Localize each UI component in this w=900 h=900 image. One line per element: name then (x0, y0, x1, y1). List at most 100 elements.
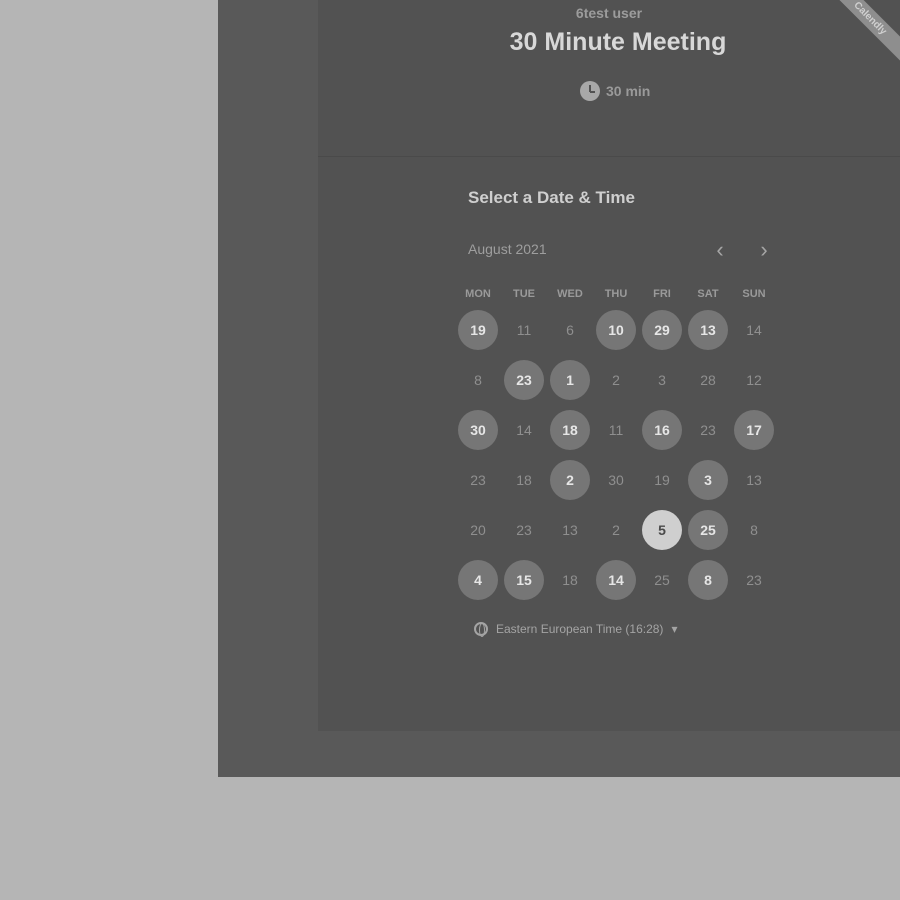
calendar-cell: 3 (639, 355, 685, 405)
calendar-cell: 5 (639, 505, 685, 555)
calendar-cell: 8 (685, 555, 731, 605)
next-month-button[interactable]: › (752, 236, 776, 264)
unavailable-date: 6 (566, 322, 574, 338)
unavailable-date: 12 (746, 372, 762, 388)
calendar-cell: 2 (547, 455, 593, 505)
unavailable-date: 18 (562, 572, 578, 588)
selected-date-button[interactable]: 5 (642, 510, 682, 550)
available-date-button[interactable]: 17 (734, 410, 774, 450)
unavailable-date: 11 (608, 422, 624, 438)
timezone-selector[interactable]: Eastern European Time (16:28) ▾ (474, 622, 678, 637)
weekday-label: FRI (653, 288, 671, 300)
available-date-button[interactable]: 2 (550, 460, 590, 500)
calendar-cell: 15 (501, 555, 547, 605)
event-header: 6test user 30 Minute Meeting 30 min Cale… (318, 0, 900, 157)
available-date-button[interactable]: 29 (642, 310, 682, 350)
calendar-cell: 4 (455, 555, 501, 605)
unavailable-date: 23 (700, 422, 716, 438)
unavailable-date: 2 (612, 522, 620, 538)
scheduling-card: 6test user 30 Minute Meeting 30 min Cale… (318, 0, 900, 731)
available-date-button[interactable]: 10 (596, 310, 636, 350)
available-date-button[interactable]: 18 (550, 410, 590, 450)
unavailable-date: 23 (470, 472, 486, 488)
calendar-cell: 12 (731, 355, 777, 405)
available-date-button[interactable]: 30 (458, 410, 498, 450)
weekday-label: MON (465, 288, 491, 300)
unavailable-date: 8 (474, 372, 482, 388)
calendar-cell: 25 (685, 505, 731, 555)
timezone-label: Eastern European Time (16:28) (496, 622, 664, 636)
calendar-cell: 11 (593, 405, 639, 455)
globe-icon (474, 622, 488, 637)
calendar-cell: 19 (639, 455, 685, 505)
available-date-button[interactable]: 1 (550, 360, 590, 400)
available-date-button[interactable]: 3 (688, 460, 728, 500)
month-label: August 2021 (468, 241, 547, 257)
calendar-cell: 18 (547, 555, 593, 605)
available-date-button[interactable]: 8 (688, 560, 728, 600)
calendar-cell: 10 (593, 305, 639, 355)
unavailable-date: 25 (654, 572, 670, 588)
calendar-cell: 3 (685, 455, 731, 505)
available-date-button[interactable]: 4 (458, 560, 498, 600)
event-duration: 30 min (580, 80, 650, 102)
calendar-cell: 28 (685, 355, 731, 405)
calendar-cell: 2 (593, 505, 639, 555)
calendar-cell: 25 (639, 555, 685, 605)
unavailable-date: 28 (700, 372, 716, 388)
calendar-cell: 11 (501, 305, 547, 355)
calendar-cell: 30 (455, 405, 501, 455)
calendar-cell: 13 (685, 305, 731, 355)
duration-label: 30 min (606, 83, 651, 99)
weekday-label: SUN (742, 288, 766, 300)
event-owner: 6test user (575, 5, 643, 21)
calendar-cell: 14 (501, 405, 547, 455)
calendar-cell: 23 (455, 455, 501, 505)
available-date-button[interactable]: 25 (688, 510, 728, 550)
unavailable-date: 13 (746, 472, 762, 488)
event-title: 30 Minute Meeting (509, 28, 727, 56)
calendar-cell: 8 (731, 505, 777, 555)
clock-icon (580, 81, 600, 101)
unavailable-date: 8 (750, 522, 758, 538)
available-date-button[interactable]: 15 (504, 560, 544, 600)
calendar-grid: 19 11 6 10 29 13 14 8 23 1 2 3 28 12 30 14 18 11 16 23 17 23 1… (455, 305, 777, 605)
chevron-left-icon: ‹ (716, 237, 724, 262)
calendar-cell: 23 (501, 355, 547, 405)
calendar-cell: 23 (731, 555, 777, 605)
calendar-cell: 29 (639, 305, 685, 355)
weekday-label: WED (557, 288, 583, 300)
unavailable-date: 18 (516, 472, 532, 488)
weekday-header: MON TUE WED THU FRI SAT SUN (455, 288, 777, 300)
chevron-right-icon: › (760, 237, 768, 262)
calendar-cell: 1 (547, 355, 593, 405)
available-date-button[interactable]: 14 (596, 560, 636, 600)
calendar-cell: 30 (593, 455, 639, 505)
available-date-button[interactable]: 23 (504, 360, 544, 400)
calendar-cell: 17 (731, 405, 777, 455)
unavailable-date: 3 (658, 372, 666, 388)
calendar-cell: 14 (593, 555, 639, 605)
calendar-cell: 19 (455, 305, 501, 355)
unavailable-date: 2 (612, 372, 620, 388)
available-date-button[interactable]: 16 (642, 410, 682, 450)
calendar-cell: 2 (593, 355, 639, 405)
calendar-cell: 6 (547, 305, 593, 355)
unavailable-date: 23 (746, 572, 762, 588)
calendar-cell: 23 (685, 405, 731, 455)
calendar-cell: 18 (547, 405, 593, 455)
weekday-label: SAT (697, 288, 719, 300)
calendar-cell: 23 (501, 505, 547, 555)
prev-month-button[interactable]: ‹ (708, 236, 732, 264)
unavailable-date: 23 (516, 522, 532, 538)
calendar-cell: 18 (501, 455, 547, 505)
unavailable-date: 13 (562, 522, 578, 538)
calendar-cell: 16 (639, 405, 685, 455)
unavailable-date: 19 (654, 472, 670, 488)
available-date-button[interactable]: 13 (688, 310, 728, 350)
available-date-button[interactable]: 19 (458, 310, 498, 350)
calendar-cell: 14 (731, 305, 777, 355)
caret-down-icon: ▾ (671, 622, 678, 636)
calendar-cell: 20 (455, 505, 501, 555)
calendar-cell: 13 (547, 505, 593, 555)
